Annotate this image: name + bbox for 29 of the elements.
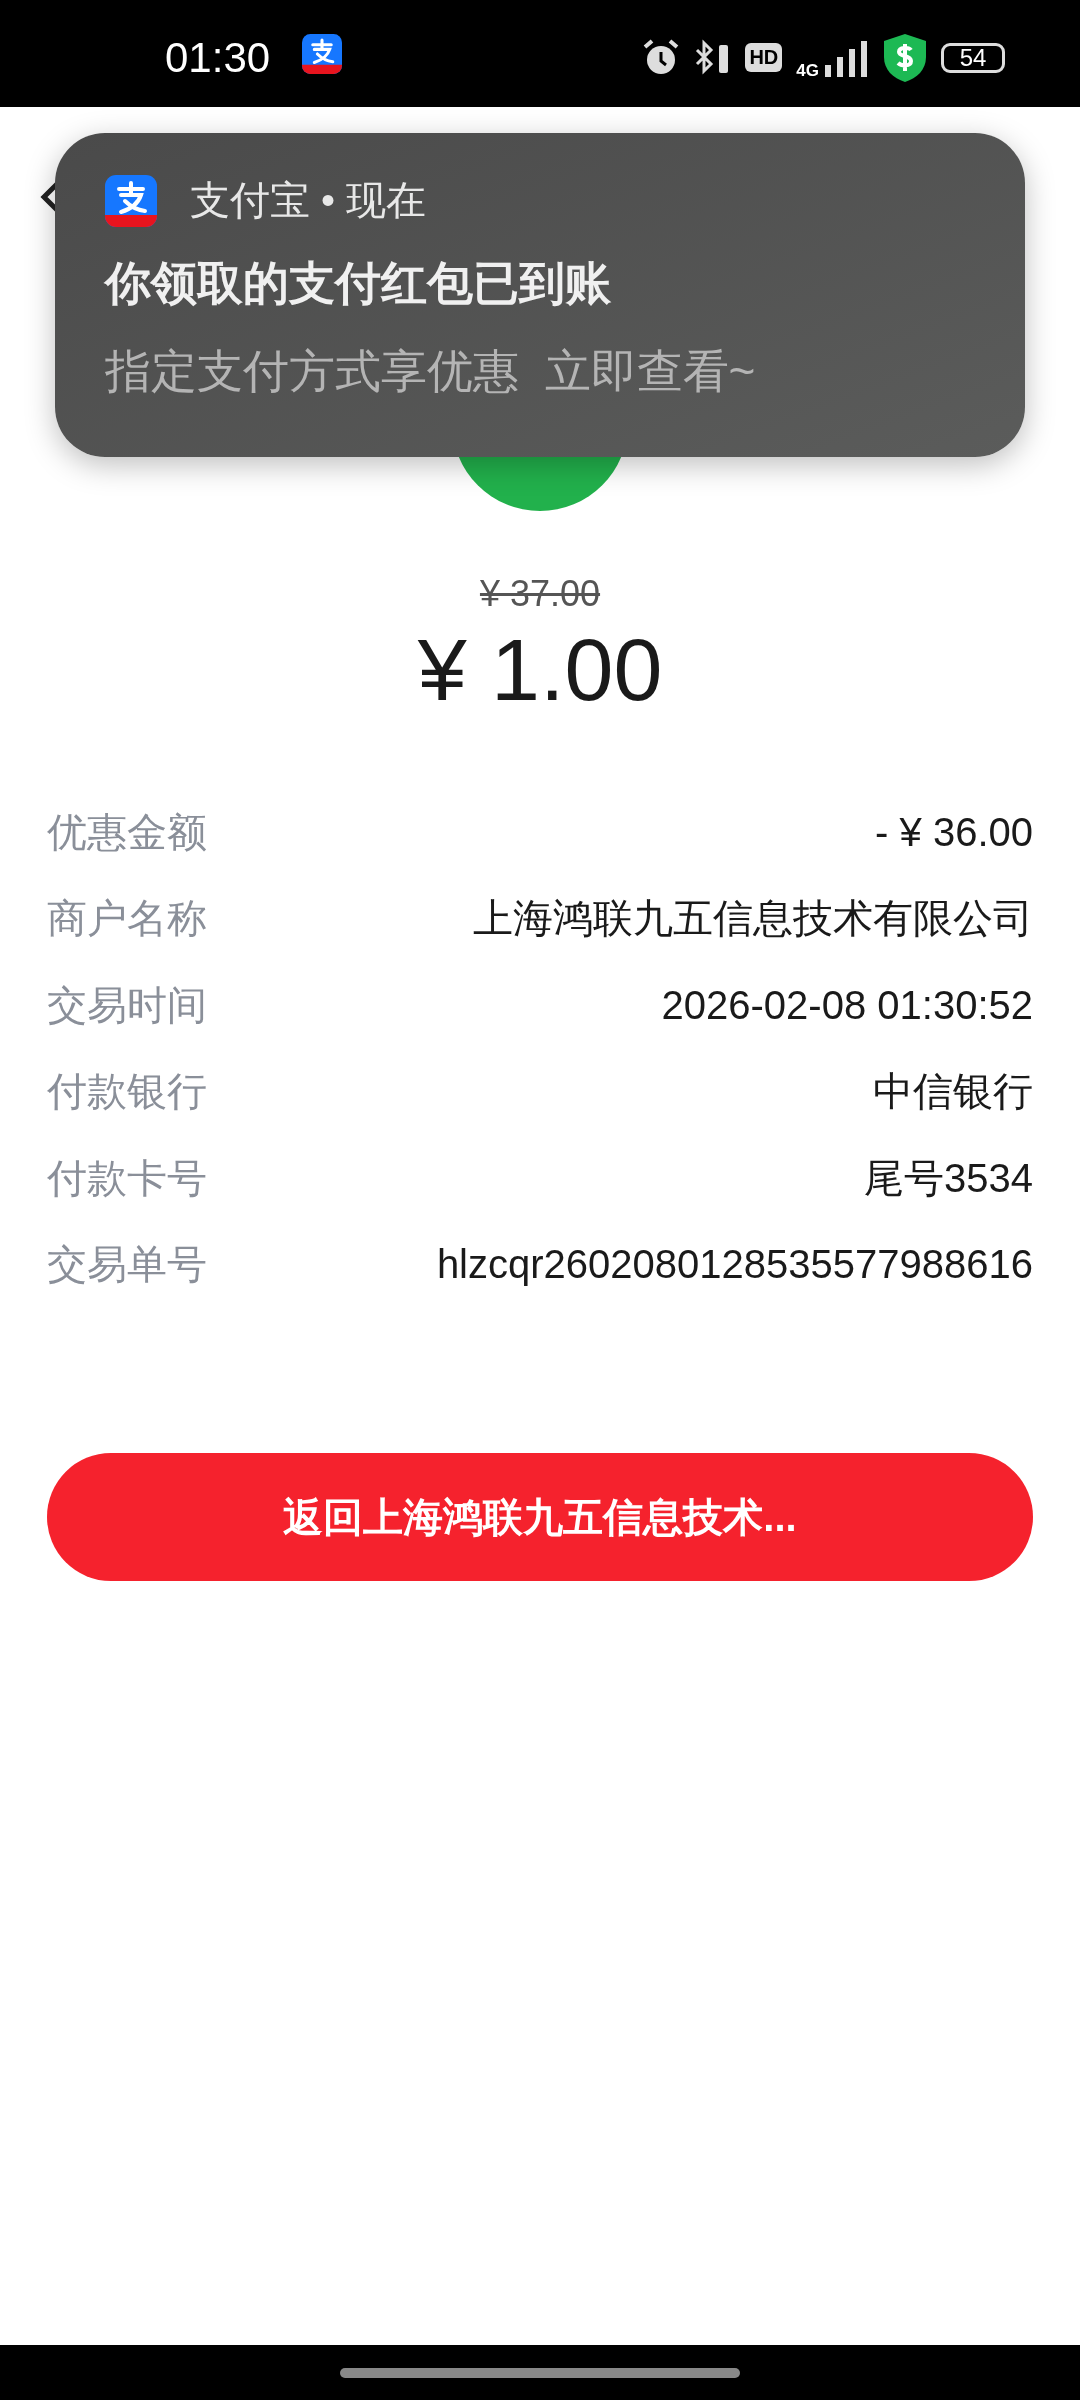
detail-value: 上海鸿联九五信息技术有限公司 [473,895,1033,943]
network-type-label: 4G [796,60,819,81]
battery-indicator: 54 [941,42,1005,73]
original-price: ¥ 37.00 [479,573,601,615]
signal-icon [825,38,869,77]
detail-label: 商户名称 [47,895,207,943]
notification-title: 你领取的支付红包已到账 [105,256,612,311]
return-button[interactable]: 返回上海鸿联九五信息技术... [47,1453,1033,1581]
notification-card[interactable]: 支付宝 • 现在 你领取的支付红包已到账 指定支付方式享优惠 立即查看~ [55,133,1025,457]
detail-value: - ¥ 36.00 [875,809,1033,855]
hd-voice-indicator: HD [745,43,783,72]
paid-amount: ¥ 1.00 [417,619,663,721]
detail-value: 尾号3534 [864,1154,1033,1202]
shield-icon [883,32,927,83]
detail-label: 交易单号 [47,1241,207,1289]
alarm-clock-icon [643,38,680,77]
detail-label: 付款卡号 [47,1154,207,1202]
home-indicator[interactable] [340,2367,740,2378]
detail-value: 2026-02-08 01:30:52 [661,982,1033,1028]
notification-header: 支付宝 • 现在 [190,177,427,224]
clock-time: 01:30 [165,32,271,82]
detail-value: 中信银行 [873,1068,1033,1116]
detail-label: 优惠金额 [47,808,207,856]
app-logo-icon [105,174,157,227]
detail-label: 付款银行 [47,1068,207,1116]
detail-value: hlzcqr2602080128535577988616 [436,1242,1033,1288]
detail-label: 交易时间 [47,981,207,1029]
notification-body: 指定支付方式享优惠 立即查看~ [105,344,757,399]
app-logo-icon [302,33,343,74]
